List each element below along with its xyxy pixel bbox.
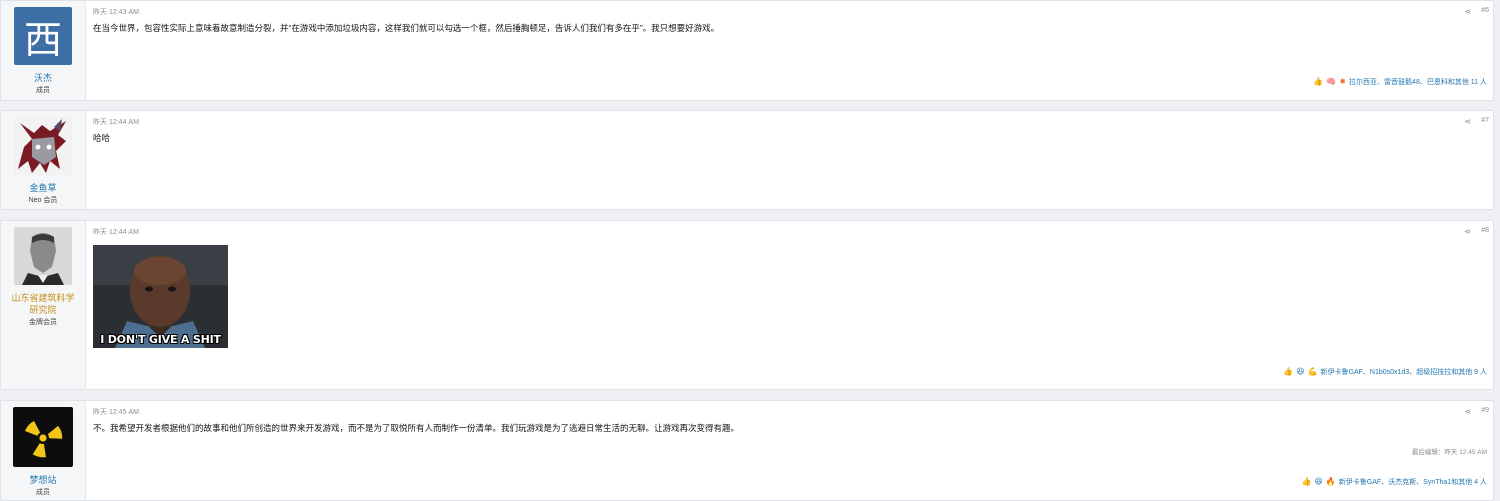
user-title: 成员 [36, 489, 50, 496]
post-timestamp[interactable]: 昨天 12:44 AM [93, 227, 139, 237]
post-timestamp[interactable]: 昨天 12:44 AM [93, 117, 139, 127]
post-text: 在当今世界，包容性实际上意味着故意制造分裂，并“在游戏中添加垃圾内容，这样我们就… [93, 23, 720, 33]
fire-icon: 🔥 [1325, 477, 1336, 486]
user-title: 金牌会员 [29, 319, 57, 326]
avatar-letter: 西 [23, 17, 62, 62]
post-number[interactable]: #6 [1481, 7, 1489, 14]
user-title: 成员 [36, 87, 50, 94]
post-content: 昨天 12:43 AM ⋖ #6 在当今世界，包容性实际上意味着故意制造分裂，并… [86, 1, 1493, 100]
edited-note: 最后编辑：昨天 12:45 AM [1411, 449, 1487, 456]
post: 梦想站 成员 昨天 12:45 AM ⋖ #9 不。我希望开发者根据他们的故事和… [0, 400, 1494, 501]
avatar[interactable] [13, 407, 73, 467]
username[interactable]: 沃杰 [31, 72, 55, 84]
post-number[interactable]: #7 [1481, 117, 1489, 124]
post: 金鱼草 Neo 会员 昨天 12:44 AM ⋖ #7 哈哈 [0, 110, 1494, 210]
laugh-icon: 😆 [1296, 367, 1305, 376]
share-icon[interactable]: ⋖ [1464, 407, 1471, 416]
radiation-icon [13, 407, 73, 467]
user-panel: 山东省建筑科学研究院 金牌会员 [1, 221, 86, 389]
post-content: 昨天 12:45 AM ⋖ #9 不。我希望开发者根据他们的故事和他们所创造的世… [86, 401, 1493, 500]
avatar-image [14, 117, 72, 175]
reactions-text[interactable]: 新伊卡鲁GAF、沃杰克斯、SynTha1和其他 4 人 [1339, 477, 1487, 487]
thumbs-up-icon: 👍 [1283, 367, 1294, 376]
thumbs-up-icon: 👍 [1301, 477, 1312, 486]
user-panel: 金鱼草 Neo 会员 [1, 111, 86, 209]
post: 山东省建筑科学研究院 金牌会员 昨天 12:44 AM ⋖ #8 I DON'T… [0, 220, 1494, 390]
brain-icon: 🧠 [1326, 77, 1337, 86]
user-panel: 梦想站 成员 [1, 401, 86, 500]
username[interactable]: 梦想站 [26, 474, 59, 486]
username[interactable]: 山东省建筑科学研究院 [5, 292, 81, 316]
reactions-bar[interactable]: 👍 😆 💪 新伊卡鲁GAF、N1b0s0x1d3、超级招技拉和其他 9 人 [1283, 367, 1487, 377]
post-timestamp[interactable]: 昨天 12:45 AM [93, 407, 139, 417]
post-content: 昨天 12:44 AM ⋖ #7 哈哈 [86, 111, 1493, 209]
post-number[interactable]: #8 [1481, 227, 1489, 234]
share-icon[interactable]: ⋖ [1464, 227, 1471, 236]
sparkle-icon: ✸ [1339, 77, 1347, 86]
post-number[interactable]: #9 [1481, 407, 1489, 414]
gif-caption: I DON'T GIVE A SHIT [100, 333, 221, 346]
username[interactable]: 金鱼草 [26, 182, 59, 194]
reaction-gif[interactable]: I DON'T GIVE A SHIT [93, 245, 228, 348]
reactions-bar[interactable]: 👍 😆 🔥 新伊卡鲁GAF、沃杰克斯、SynTha1和其他 4 人 [1302, 477, 1487, 487]
avatar[interactable] [14, 117, 72, 175]
user-title: Neo 会员 [28, 197, 58, 204]
post-content: 昨天 12:44 AM ⋖ #8 I DON'T GIVE A SHIT 👍 😆… [86, 221, 1493, 389]
post-text: 哈哈 [93, 133, 111, 143]
share-icon[interactable]: ⋖ [1464, 7, 1471, 16]
share-icon[interactable]: ⋖ [1464, 117, 1471, 126]
post-timestamp[interactable]: 昨天 12:43 AM [93, 7, 139, 17]
user-panel: 西 沃杰 成员 [1, 1, 86, 100]
avatar[interactable] [14, 227, 72, 285]
post: 西 沃杰 成员 昨天 12:43 AM ⋖ #6 在当今世界，包容性实际上意味着… [0, 0, 1494, 101]
thumbs-up-icon: 👍 [1313, 77, 1324, 86]
muscle-icon: 💪 [1307, 367, 1318, 376]
avatar[interactable]: 西 [14, 7, 72, 65]
avatar-image [14, 227, 72, 285]
post-text: 不。我希望开发者根据他们的故事和他们所创造的世界来开发游戏，而不是为了取悦所有人… [93, 423, 740, 433]
reactions-text[interactable]: 新伊卡鲁GAF、N1b0s0x1d3、超级招技拉和其他 9 人 [1321, 367, 1487, 377]
reactions-bar[interactable]: 👍 🧠 ✸ 拉尔西亚、雷音鼓鹅48、巴恩科和其他 11 人 [1313, 77, 1487, 87]
reactions-text[interactable]: 拉尔西亚、雷音鼓鹅48、巴恩科和其他 11 人 [1349, 77, 1487, 87]
laugh-icon: 😆 [1314, 477, 1323, 486]
